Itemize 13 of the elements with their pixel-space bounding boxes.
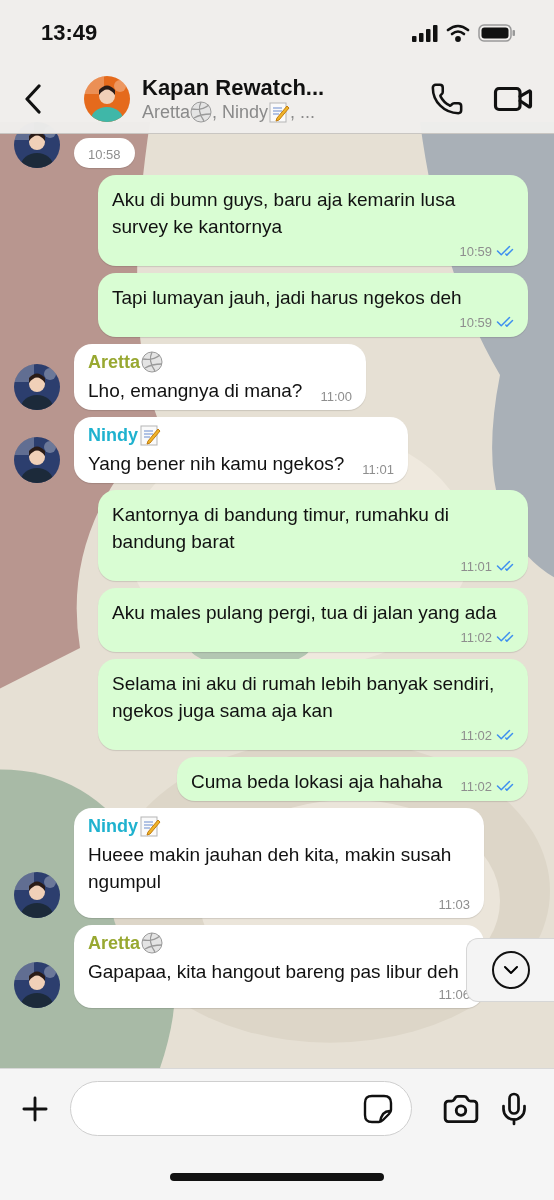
more-members: , ... xyxy=(290,101,316,123)
chat-title: Kapan Rewatch... xyxy=(142,75,326,101)
call-button[interactable] xyxy=(430,82,464,116)
sticker-icon[interactable] xyxy=(363,1093,393,1124)
back-button[interactable] xyxy=(24,84,42,114)
member-name: Aretta xyxy=(142,101,191,123)
signal-icon xyxy=(412,23,438,42)
battery-icon xyxy=(478,23,516,42)
member-name: , Nindy xyxy=(212,101,269,123)
memo-icon xyxy=(268,101,291,123)
clock-time: 13:49 xyxy=(41,19,98,46)
wifi-icon xyxy=(446,23,470,42)
volleyball-icon xyxy=(190,101,213,123)
